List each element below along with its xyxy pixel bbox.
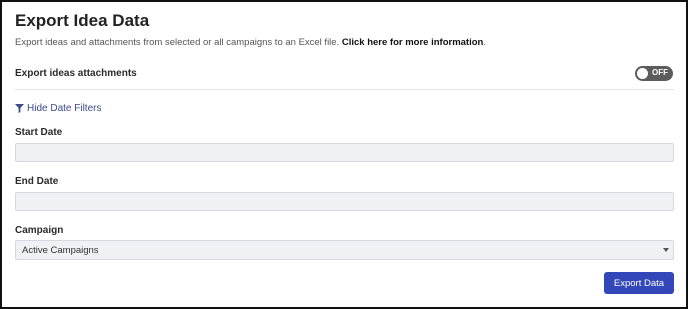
start-date-input[interactable] [16,146,673,163]
description-text: Export ideas and attachments from select… [15,37,340,48]
end-date-input[interactable] [16,195,673,212]
page-description: Export ideas and attachments from select… [15,37,486,48]
export-data-button[interactable]: Export Data [604,272,674,294]
campaign-label: Campaign [15,225,64,236]
more-info-link[interactable]: Click here for more information [342,37,483,48]
page-title: Export Idea Data [15,11,150,30]
attachments-toggle[interactable]: OFF [635,66,673,81]
end-date-label: End Date [15,176,59,187]
toggle-knob [637,68,648,79]
toggle-state-text: OFF [652,68,668,77]
start-date-field[interactable] [15,143,674,163]
end-date-field[interactable] [15,192,674,212]
chevron-down-icon [663,248,669,252]
hide-date-filters-label: Hide Date Filters [27,103,102,114]
hide-date-filters-link[interactable]: Hide Date Filters [15,103,101,114]
description-end: . [483,37,486,48]
campaign-select[interactable]: Active Campaigns [15,240,674,260]
funnel-icon [15,104,24,113]
divider [15,89,674,90]
export-panel: Export Idea Data Export ideas and attach… [0,0,688,309]
attachments-toggle-label: Export ideas attachments [15,68,137,79]
start-date-label: Start Date [15,127,63,138]
campaign-selected-value: Active Campaigns [22,245,99,256]
